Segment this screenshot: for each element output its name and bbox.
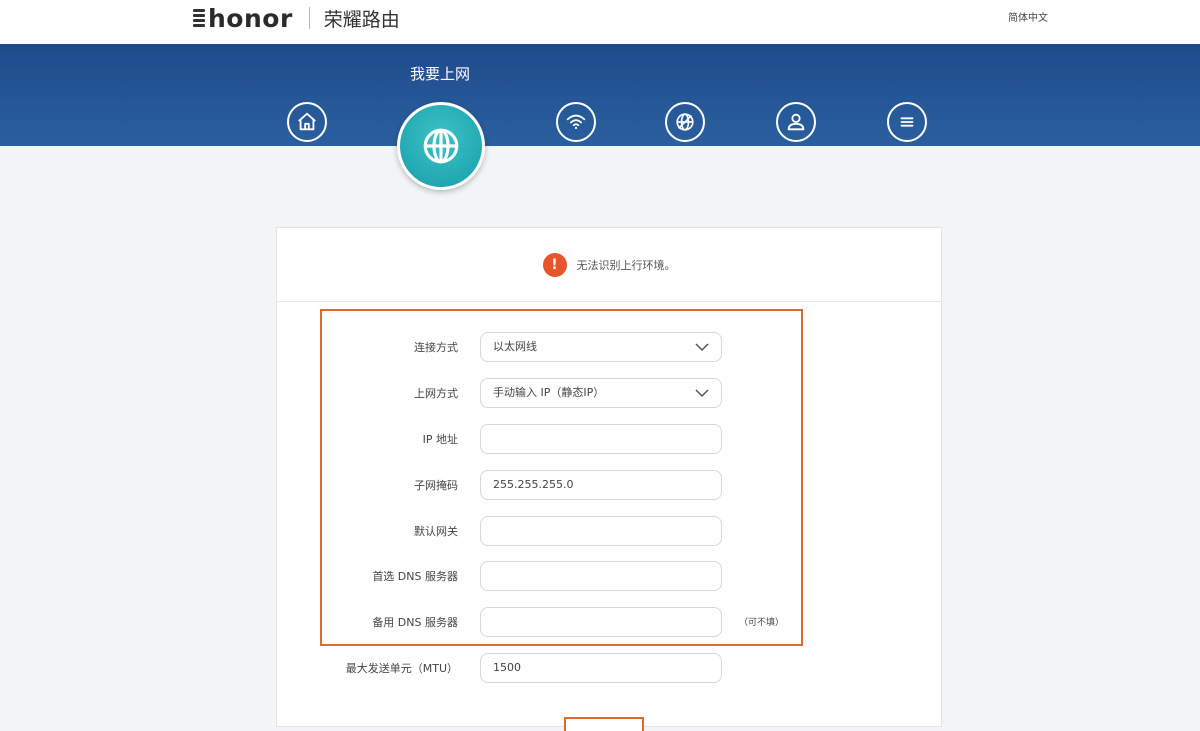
warning-icon: ! — [542, 252, 567, 277]
product-title: 荣耀路由 — [323, 8, 400, 31]
globe-icon — [423, 128, 459, 164]
connection-type-row: 连接方式 以太网线 — [276, 332, 876, 364]
globe-net-icon — [676, 113, 694, 131]
connection-type-value: 以太网线 — [493, 340, 537, 353]
wifi-icon — [566, 114, 586, 130]
nav-wifi-button[interactable] — [556, 102, 596, 142]
access-mode-label: 上网方式 — [414, 387, 458, 400]
optional-note: （可不填） — [739, 618, 785, 628]
chevron-down-icon — [695, 343, 709, 352]
status-bar: ! 无法识别上行环境。 — [277, 228, 941, 302]
gateway-row: 默认网关 — [276, 516, 876, 548]
brand-logo: honor 荣耀路由 — [193, 3, 400, 33]
nav-band — [0, 44, 1200, 146]
gateway-label: 默认网关 — [414, 525, 458, 538]
subnet-mask-label: 子网掩码 — [414, 479, 458, 492]
chevron-down-icon — [695, 389, 709, 398]
primary-dns-input[interactable] — [480, 561, 722, 591]
primary-dns-row: 首选 DNS 服务器 — [276, 561, 876, 593]
nav-home-button[interactable] — [287, 102, 327, 142]
access-mode-select[interactable]: 手动输入 IP（静态IP） — [480, 378, 722, 408]
subnet-mask-row: 子网掩码 255.255.255.0 — [276, 470, 876, 502]
brand-mark-icon — [193, 9, 205, 27]
secondary-dns-input[interactable] — [480, 607, 722, 637]
nav-devices-button[interactable] — [665, 102, 705, 142]
mtu-input[interactable]: 1500 — [480, 653, 722, 683]
gateway-input[interactable] — [480, 516, 722, 546]
ip-address-row: IP 地址 — [276, 424, 876, 456]
connection-type-select[interactable]: 以太网线 — [480, 332, 722, 362]
menu-icon — [900, 117, 914, 127]
brand-divider — [308, 7, 310, 29]
top-header: honor 荣耀路由 简体中文 — [0, 0, 1200, 44]
person-icon — [787, 113, 805, 131]
access-mode-value: 手动输入 IP（静态IP） — [493, 386, 605, 399]
connection-type-label: 连接方式 — [414, 341, 458, 354]
ip-address-input[interactable] — [480, 424, 722, 454]
save-button[interactable] — [564, 717, 644, 731]
brand-wordmark: honor — [208, 3, 293, 33]
secondary-dns-row: 备用 DNS 服务器 （可不填） — [276, 607, 876, 639]
secondary-dns-label: 备用 DNS 服务器 — [372, 616, 458, 629]
nav-internet-button[interactable] — [397, 102, 485, 190]
active-nav-label: 我要上网 — [409, 65, 470, 83]
access-mode-row: 上网方式 手动输入 IP（静态IP） — [276, 378, 876, 410]
nav-account-button[interactable] — [776, 102, 816, 142]
home-icon — [298, 112, 316, 131]
language-switch-link[interactable]: 简体中文 — [1008, 9, 1048, 24]
primary-dns-label: 首选 DNS 服务器 — [372, 570, 458, 583]
nav-more-button[interactable] — [887, 102, 927, 142]
status-message: 无法识别上行环境。 — [576, 258, 676, 272]
mtu-label: 最大发送单元（MTU） — [345, 662, 458, 675]
mtu-row: 最大发送单元（MTU） 1500 — [276, 653, 876, 685]
subnet-mask-input[interactable]: 255.255.255.0 — [480, 470, 722, 500]
ip-address-label: IP 地址 — [422, 433, 458, 446]
